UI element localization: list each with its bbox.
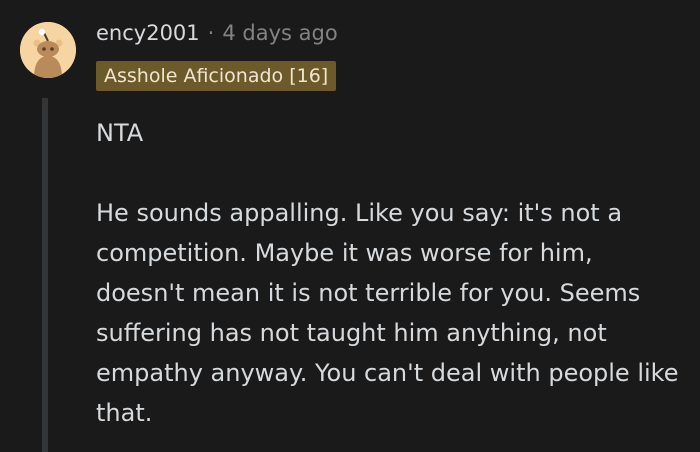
- comment-paragraph: He sounds appalling. Like you say: it's …: [96, 199, 679, 427]
- user-avatar[interactable]: [20, 22, 76, 78]
- comment-paragraph: NTA: [96, 119, 144, 147]
- username-link[interactable]: ency2001: [96, 21, 200, 45]
- meta-separator: ·: [207, 21, 215, 45]
- comment-body: NTA He sounds appalling. Like you say: i…: [96, 113, 686, 433]
- comment-timestamp[interactable]: 4 days ago: [222, 21, 337, 45]
- thread-collapse-line[interactable]: [42, 98, 48, 452]
- user-flair-badge: Asshole Aficionado [16]: [96, 61, 337, 91]
- reddit-snoo-avatar-icon: [20, 22, 76, 78]
- comment-meta: ency2001 · 4 days ago: [96, 18, 338, 48]
